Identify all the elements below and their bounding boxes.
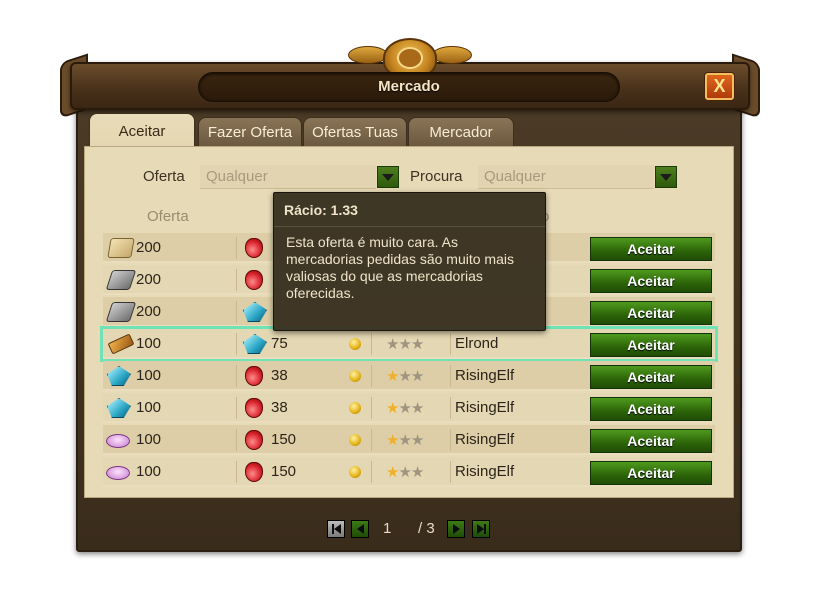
elixir-icon	[245, 270, 263, 290]
offer-quantity: 200	[136, 239, 162, 256]
player-name: RisingElf	[455, 463, 515, 480]
crystal-icon	[107, 366, 131, 386]
offer-filter-select[interactable]: Qualquer	[200, 165, 376, 189]
table-row: 100 38 ★★★ RisingElf Aceitar	[103, 361, 715, 391]
offer-quantity: 200	[136, 271, 162, 288]
accept-button[interactable]: Aceitar	[590, 301, 712, 325]
tab-aceitar[interactable]: Aceitar	[89, 113, 195, 147]
crystal-icon	[107, 398, 131, 418]
elixir-icon	[245, 462, 263, 482]
last-page-icon[interactable]	[472, 520, 490, 538]
crest-wing-left	[348, 46, 388, 64]
accept-button[interactable]: Aceitar	[590, 333, 712, 357]
current-page[interactable]: 1	[383, 520, 391, 537]
offer-dropdown-icon[interactable]	[377, 166, 399, 188]
elixir-icon	[245, 366, 263, 386]
rating-stars-icon: ★★★	[386, 336, 424, 353]
rating-stars-icon: ★★★	[386, 432, 424, 449]
crystal-icon	[243, 302, 267, 322]
steel-icon	[105, 302, 137, 322]
previous-page-icon[interactable]	[351, 520, 369, 538]
accept-button[interactable]: Aceitar	[590, 237, 712, 261]
table-row: 100 38 ★★★ RisingElf Aceitar	[103, 393, 715, 423]
tooltip-body: Esta oferta é muito cara. As mercadorias…	[286, 234, 514, 301]
coin-icon	[349, 466, 361, 478]
request-quantity: 38	[271, 367, 288, 384]
elixir-icon	[245, 238, 263, 258]
request-dropdown-icon[interactable]	[655, 166, 677, 188]
accept-button[interactable]: Aceitar	[590, 269, 712, 293]
table-row: 100 150 ★★★ RisingElf Aceitar	[103, 457, 715, 487]
table-row-highlighted[interactable]: 100 75 ★★★ Elrond Aceitar	[100, 326, 718, 362]
accept-button[interactable]: Aceitar	[590, 461, 712, 485]
accept-button[interactable]: Aceitar	[590, 365, 712, 389]
tab-fazer-oferta[interactable]: Fazer Oferta	[198, 117, 302, 147]
offer-filter-label: Oferta	[143, 168, 185, 185]
player-name: RisingElf	[455, 367, 515, 384]
coin-icon	[349, 434, 361, 446]
close-button[interactable]: X	[705, 73, 734, 100]
next-page-icon[interactable]	[447, 520, 465, 538]
window-title: Mercado	[378, 78, 440, 95]
coin-icon	[349, 370, 361, 382]
tooltip-title: Rácio: 1.33	[284, 202, 358, 218]
ratio-tooltip: Rácio: 1.33 Esta oferta é muito cara. As…	[273, 192, 546, 331]
silk-icon	[106, 466, 130, 480]
player-name: RisingElf	[455, 431, 515, 448]
player-name: RisingElf	[455, 399, 515, 416]
column-header-offer: Oferta	[147, 208, 189, 225]
offer-quantity: 100	[136, 367, 162, 384]
crystal-icon	[243, 334, 267, 354]
request-quantity: 150	[271, 463, 297, 480]
first-page-icon[interactable]	[327, 520, 345, 538]
marble-icon	[107, 238, 135, 258]
elixir-icon	[245, 430, 263, 450]
steel-icon	[105, 270, 137, 290]
tab-mercador[interactable]: Mercador	[408, 117, 514, 147]
request-filter-label: Procura	[410, 168, 463, 185]
request-quantity: 38	[271, 399, 288, 416]
player-name: Elrond	[455, 335, 499, 352]
request-filter-select[interactable]: Qualquer	[478, 165, 654, 189]
request-quantity: 150	[271, 431, 297, 448]
rating-stars-icon: ★★★	[386, 368, 424, 385]
accept-button[interactable]: Aceitar	[590, 429, 712, 453]
offer-quantity: 200	[136, 303, 162, 320]
plank-icon	[107, 333, 135, 355]
offer-quantity: 100	[136, 399, 162, 416]
elixir-icon	[245, 398, 263, 418]
tab-ofertas-tuas[interactable]: Ofertas Tuas	[303, 117, 407, 147]
request-quantity: 75	[271, 335, 288, 352]
rating-stars-icon: ★★★	[386, 464, 424, 481]
crest-wing-right	[432, 46, 472, 64]
total-pages: / 3	[418, 520, 435, 537]
offer-quantity: 100	[136, 335, 162, 352]
silk-icon	[106, 434, 130, 448]
table-row: 100 150 ★★★ RisingElf Aceitar	[103, 425, 715, 455]
coin-icon	[349, 402, 361, 414]
accept-button[interactable]: Aceitar	[590, 397, 712, 421]
rating-stars-icon: ★★★	[386, 400, 424, 417]
offer-quantity: 100	[136, 431, 162, 448]
coin-icon	[349, 338, 361, 350]
offer-quantity: 100	[136, 463, 162, 480]
